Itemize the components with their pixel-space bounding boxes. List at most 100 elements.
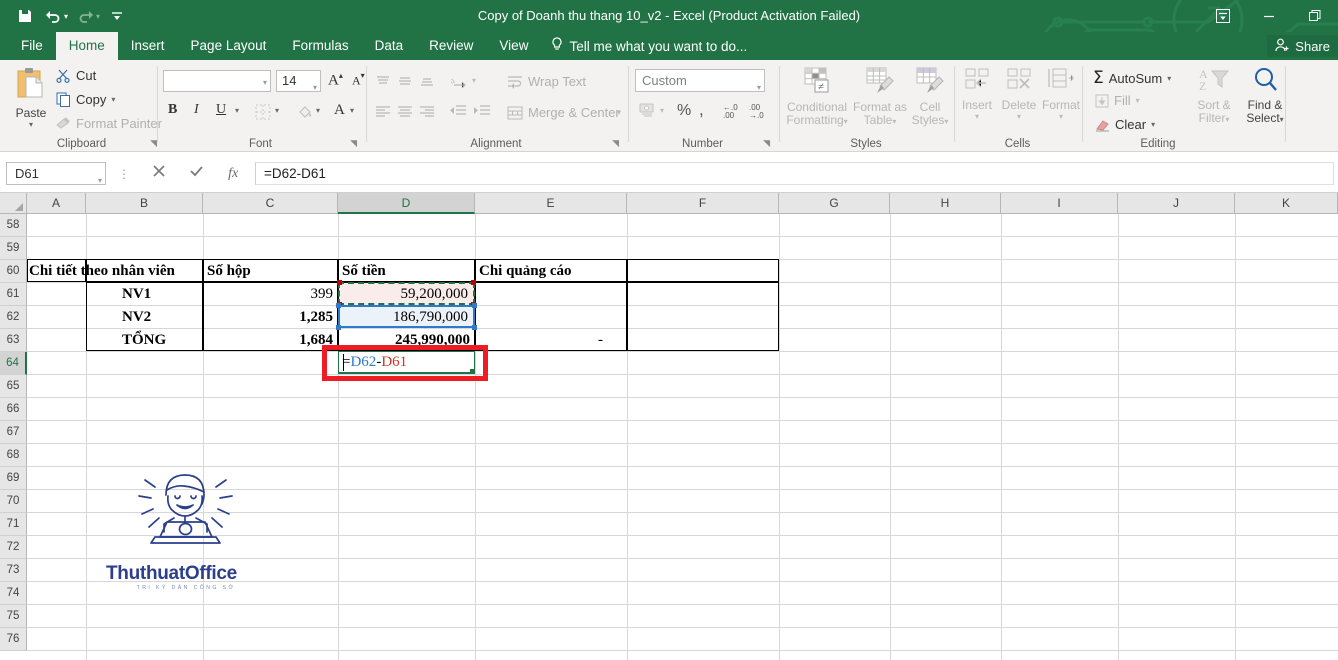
cell-c62[interactable]: 1,285 — [203, 306, 333, 328]
number-format-dropdown-icon[interactable]: ▾ — [757, 77, 761, 98]
row-header-60[interactable]: 60 — [0, 260, 27, 283]
spreadsheet-grid[interactable]: A B C D E F G H I J K 58 59 60 61 62 63 … — [0, 193, 1338, 660]
minimize-button[interactable] — [1246, 0, 1292, 32]
cell-styles-button[interactable]: Cell Styles▾ — [908, 66, 952, 128]
cut-button[interactable]: Cut — [56, 68, 96, 83]
sort-filter-button[interactable]: A Z Sort & Filter▾ — [1189, 66, 1239, 126]
underline-dropdown-icon[interactable]: ▾ — [235, 106, 239, 115]
fill-dropdown-icon[interactable]: ▾ — [1136, 96, 1140, 105]
row-header-68[interactable]: 68 — [0, 444, 27, 467]
clear-button[interactable]: Clear ▾ — [1095, 117, 1155, 132]
tab-view[interactable]: View — [486, 32, 541, 60]
delete-cells-button[interactable]: Delete ▾ — [998, 66, 1040, 121]
cancel-icon[interactable] — [152, 164, 166, 183]
row-header-59[interactable]: 59 — [0, 237, 27, 260]
row-header-72[interactable]: 72 — [0, 536, 27, 559]
accounting-format-button[interactable] — [639, 102, 657, 123]
row-header-63[interactable]: 63 — [0, 329, 27, 352]
insert-cells-dropdown-icon[interactable]: ▾ — [957, 112, 997, 121]
alignment-dialog-launcher[interactable]: ◥ — [612, 138, 619, 149]
format-cells-dropdown-icon[interactable]: ▾ — [1041, 112, 1081, 121]
row-header-65[interactable]: 65 — [0, 375, 27, 398]
clipboard-dialog-launcher[interactable]: ◥ — [150, 138, 157, 149]
align-middle-button[interactable] — [397, 74, 413, 92]
row-header-58[interactable]: 58 — [0, 214, 27, 237]
font-size-input[interactable]: 14 ▾ — [276, 70, 321, 92]
conditional-formatting-button[interactable]: ≠ Conditional Formatting▾ — [784, 66, 850, 128]
percent-style-button[interactable]: % — [677, 102, 691, 120]
restore-button[interactable] — [1292, 0, 1338, 32]
column-header-h[interactable]: H — [890, 193, 1001, 214]
name-box-dropdown-icon[interactable]: ▾ — [98, 170, 102, 191]
delete-cells-dropdown-icon[interactable]: ▾ — [998, 112, 1040, 121]
insert-function-icon[interactable]: fx — [228, 166, 238, 182]
font-color-button[interactable]: A — [334, 102, 345, 119]
copy-button[interactable]: Copy ▾ — [56, 92, 115, 107]
share-button[interactable]: Share — [1267, 35, 1338, 57]
orientation-button[interactable]: a — [448, 72, 469, 93]
increase-decimal-button[interactable]: ←.0.00 — [723, 104, 738, 120]
align-bottom-button[interactable] — [419, 74, 435, 92]
column-header-g[interactable]: G — [779, 193, 890, 214]
column-header-d[interactable]: D — [338, 193, 475, 214]
format-as-table-button[interactable]: Format as Table▾ — [853, 66, 907, 128]
bold-button[interactable]: B — [168, 102, 177, 118]
tab-data[interactable]: Data — [362, 32, 417, 60]
autosum-dropdown-icon[interactable]: ▾ — [1167, 74, 1171, 83]
font-name-input[interactable]: ▾ — [163, 70, 271, 92]
tell-me-box[interactable]: Tell me what you want to do... — [541, 32, 757, 60]
shrink-font-button[interactable]: A▾ — [352, 71, 365, 89]
borders-button[interactable] — [255, 104, 271, 125]
merge-center-dropdown-icon[interactable]: ▾ — [617, 108, 621, 117]
cell-c60[interactable]: Số hộp — [207, 260, 335, 282]
row-header-75[interactable]: 75 — [0, 605, 27, 628]
cell-b62[interactable]: NV2 — [122, 306, 200, 328]
window-controls[interactable] — [1200, 0, 1338, 32]
align-center-button[interactable] — [397, 104, 413, 122]
cell-b63[interactable]: TỔNG — [122, 329, 200, 351]
autosum-button[interactable]: Σ AutoSum ▾ — [1093, 68, 1171, 88]
number-format-select[interactable]: Custom ▾ — [635, 69, 765, 92]
cell-b60[interactable]: Chi tiết theo nhân viên — [29, 260, 229, 282]
cell-e60[interactable]: Chi quảng cáo — [479, 260, 625, 282]
row-header-64[interactable]: 64 — [0, 352, 27, 375]
row-header-62[interactable]: 62 — [0, 306, 27, 329]
orientation-dropdown-icon[interactable]: ▾ — [472, 76, 476, 85]
name-box[interactable]: D61 ▾ — [6, 162, 106, 185]
number-dialog-launcher[interactable]: ◥ — [763, 138, 770, 149]
column-header-j[interactable]: J — [1118, 193, 1235, 214]
align-right-button[interactable] — [419, 104, 435, 122]
tab-file[interactable]: File — [8, 32, 56, 60]
font-name-dropdown-icon[interactable]: ▾ — [263, 78, 267, 87]
grow-font-button[interactable]: A▴ — [328, 71, 343, 89]
column-header-k[interactable]: K — [1235, 193, 1338, 214]
cell-e63[interactable]: - — [475, 329, 603, 351]
row-header-69[interactable]: 69 — [0, 467, 27, 490]
merge-center-button[interactable]: Merge & Center — [507, 105, 620, 120]
row-header-71[interactable]: 71 — [0, 513, 27, 536]
ribbon-tabs[interactable]: File Home Insert Page Layout Formulas Da… — [8, 32, 757, 60]
align-left-button[interactable] — [375, 104, 391, 122]
row-header-67[interactable]: 67 — [0, 421, 27, 444]
formula-input[interactable]: =D62-D61 — [255, 162, 1334, 185]
select-all-corner[interactable] — [0, 193, 27, 214]
fill-button[interactable]: Fill ▾ — [1095, 93, 1140, 108]
tab-page-layout[interactable]: Page Layout — [178, 32, 280, 60]
increase-indent-button[interactable] — [473, 104, 491, 122]
align-top-button[interactable] — [375, 74, 391, 92]
row-header-70[interactable]: 70 — [0, 490, 27, 513]
format-cells-button[interactable]: Format ▾ — [1041, 66, 1081, 121]
font-dialog-launcher[interactable]: ◥ — [350, 138, 357, 149]
fill-color-dropdown-icon[interactable]: ▾ — [316, 106, 320, 115]
borders-dropdown-icon[interactable]: ▾ — [275, 106, 279, 115]
copy-dropdown-icon[interactable]: ▾ — [111, 95, 115, 104]
ribbon-display-options-button[interactable] — [1200, 0, 1246, 32]
tab-formulas[interactable]: Formulas — [279, 32, 361, 60]
tab-review[interactable]: Review — [416, 32, 486, 60]
fill-color-button[interactable] — [298, 104, 314, 125]
format-painter-button[interactable]: Format Painter — [56, 116, 162, 131]
find-select-button[interactable]: Find & Select▾ — [1239, 66, 1291, 126]
comma-style-button[interactable]: , — [699, 100, 704, 120]
wrap-text-button[interactable]: Wrap Text — [507, 74, 586, 89]
column-header-a[interactable]: A — [27, 193, 86, 214]
